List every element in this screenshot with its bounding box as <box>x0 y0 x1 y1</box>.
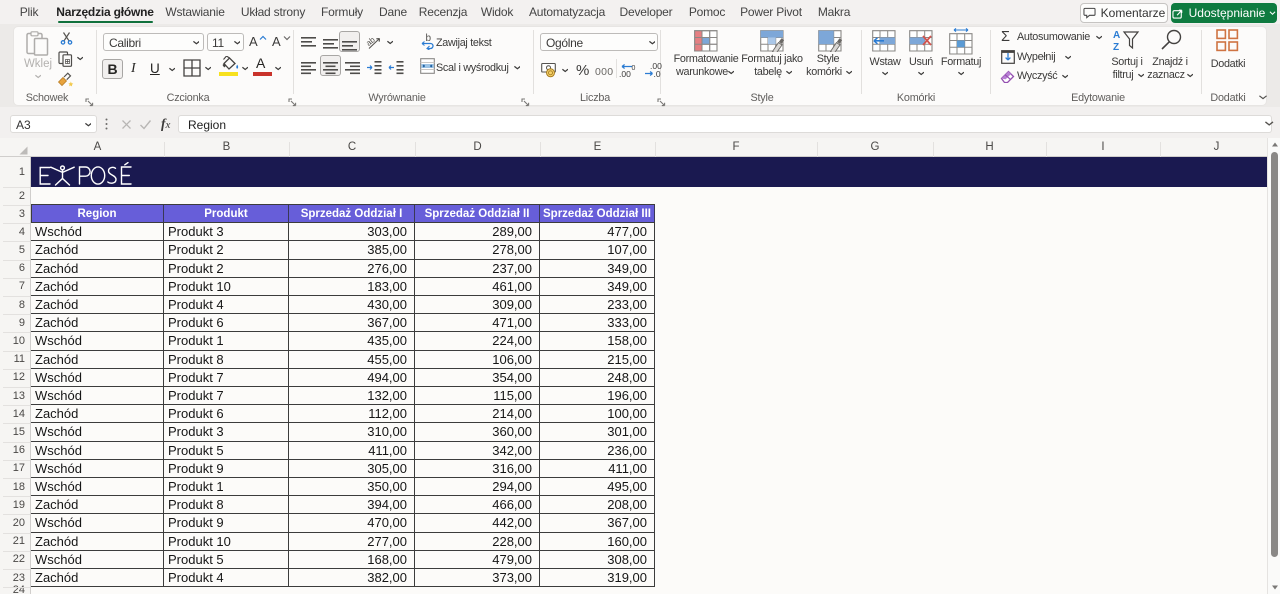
svg-text:b: b <box>426 33 432 44</box>
svg-text:.0: .0 <box>654 69 661 79</box>
svg-text:A: A <box>1113 30 1120 41</box>
svg-text:Z: Z <box>1113 42 1119 51</box>
svg-text:.00: .00 <box>619 69 631 79</box>
svg-text:0: 0 <box>632 65 636 72</box>
